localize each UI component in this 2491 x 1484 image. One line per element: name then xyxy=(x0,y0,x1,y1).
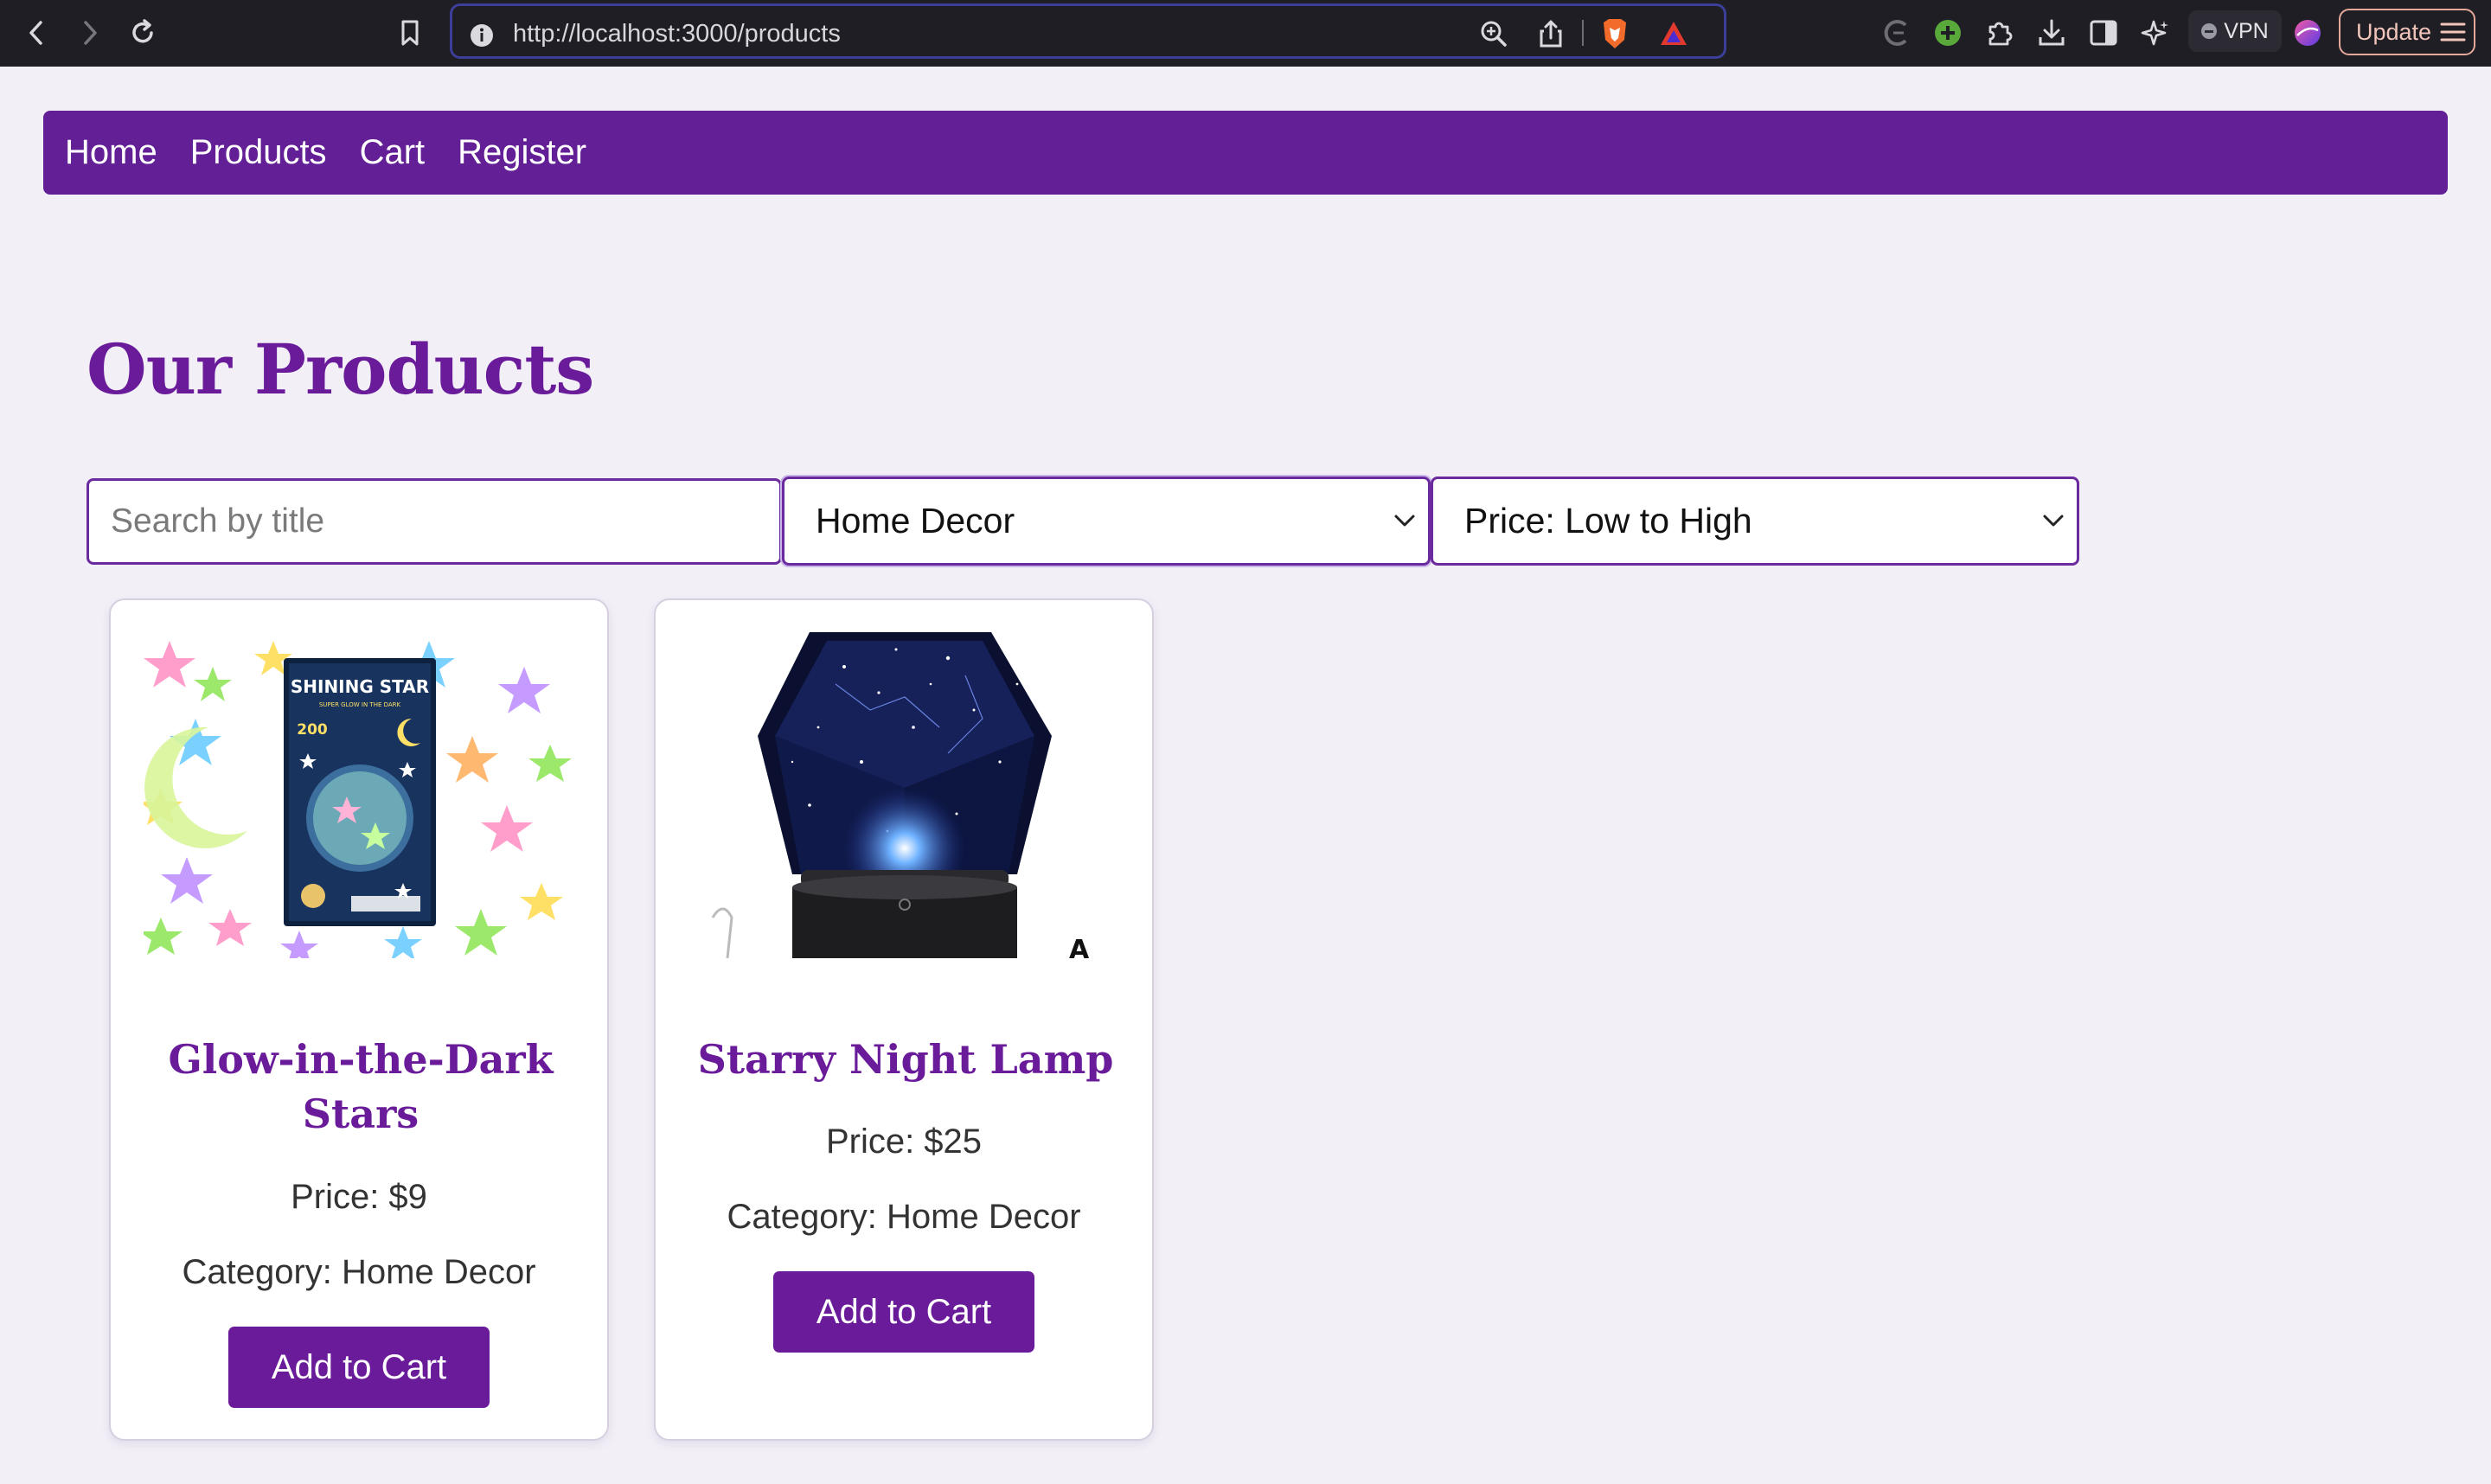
chevron-down-icon xyxy=(1394,515,1415,527)
product-price: Price: $9 xyxy=(291,1178,427,1216)
vpn-button[interactable]: VPN xyxy=(2188,10,2282,52)
nav-products[interactable]: Products xyxy=(190,133,327,172)
sort-select-value: Price: Low to High xyxy=(1464,501,1752,541)
sort-select[interactable]: Price: Low to High xyxy=(1431,477,2079,566)
url-text[interactable]: http://localhost:3000/products xyxy=(513,20,841,48)
product-image[interactable]: A xyxy=(688,632,1121,958)
update-label: Update xyxy=(2356,18,2432,45)
extension-add-icon[interactable] xyxy=(1931,12,1965,54)
browser-toolbar: http://localhost:3000/products VPN Updat… xyxy=(0,0,2491,67)
page-title: Our Products xyxy=(86,329,594,410)
back-icon[interactable] xyxy=(19,12,54,54)
nav-cart[interactable]: Cart xyxy=(360,133,426,172)
extensions-icon[interactable] xyxy=(1982,12,2017,54)
nav-home[interactable]: Home xyxy=(65,133,157,172)
product-card: A Starry Night Lamp Price: $25 Category:… xyxy=(654,598,1154,1441)
share-icon[interactable] xyxy=(1534,13,1568,54)
category-select[interactable]: Home Decor xyxy=(782,477,1431,566)
reload-icon[interactable] xyxy=(124,12,162,54)
profile-avatar-icon[interactable] xyxy=(2290,12,2325,54)
product-card: SHINING STAR SUPER GLOW IN THE DARK 200 … xyxy=(109,598,609,1441)
product-image[interactable]: SHINING STAR SUPER GLOW IN THE DARK 200 xyxy=(144,632,576,958)
svg-text:200: 200 xyxy=(297,721,328,739)
vpn-status-icon xyxy=(2201,23,2218,39)
product-category: Category: Home Decor xyxy=(727,1198,1081,1236)
add-to-cart-button[interactable]: Add to Cart xyxy=(773,1271,1034,1353)
menu-icon xyxy=(2440,22,2466,42)
address-bar[interactable]: http://localhost:3000/products xyxy=(450,3,1726,59)
svg-text:SUPER GLOW IN THE DARK: SUPER GLOW IN THE DARK xyxy=(319,701,401,708)
vpn-label: VPN xyxy=(2224,18,2269,43)
site-info-icon[interactable] xyxy=(464,15,499,56)
update-button[interactable]: Update xyxy=(2339,9,2475,55)
ai-sparkle-icon[interactable] xyxy=(2138,12,2173,54)
search-input[interactable] xyxy=(86,478,782,565)
product-category: Category: Home Decor xyxy=(182,1253,536,1291)
category-select-value: Home Decor xyxy=(816,501,1015,541)
forward-icon[interactable] xyxy=(73,12,107,54)
zoom-icon[interactable] xyxy=(1476,13,1511,54)
bookmark-icon[interactable] xyxy=(394,12,426,54)
product-title[interactable]: Glow-in-the-Dark Stars xyxy=(145,1033,576,1142)
leo-icon[interactable] xyxy=(1879,12,1913,54)
brave-shields-icon[interactable] xyxy=(1596,13,1634,54)
product-box-art: SHINING STAR SUPER GLOW IN THE DARK 200 xyxy=(284,658,436,926)
sidebar-toggle-icon[interactable] xyxy=(2086,12,2121,54)
svg-text:SHINING STAR: SHINING STAR xyxy=(291,676,429,697)
brave-rewards-icon[interactable] xyxy=(1655,13,1693,54)
nav-register[interactable]: Register xyxy=(458,133,586,172)
chevron-down-icon xyxy=(2043,515,2064,527)
add-to-cart-button[interactable]: Add to Cart xyxy=(228,1327,490,1408)
site-navbar: Home Products Cart Register xyxy=(43,111,2448,195)
product-title[interactable]: Starry Night Lamp xyxy=(690,1033,1121,1087)
svg-text:A: A xyxy=(1069,935,1090,958)
downloads-icon[interactable] xyxy=(2034,12,2069,54)
product-price: Price: $25 xyxy=(825,1123,983,1161)
